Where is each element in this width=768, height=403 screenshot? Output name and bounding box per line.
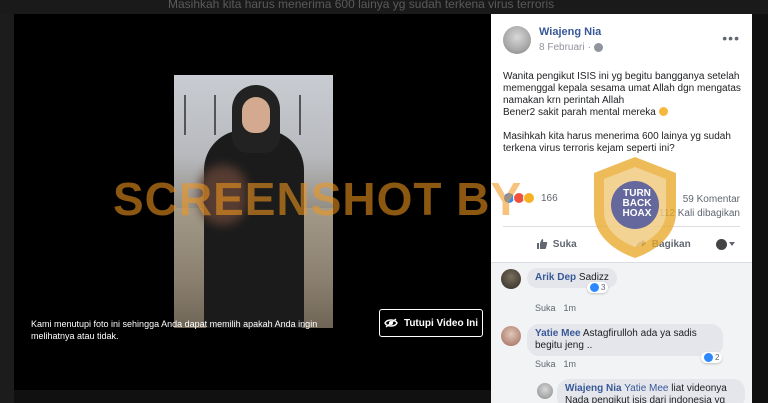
comment-like-button[interactable]: Suka [535, 359, 556, 369]
blurred-region [199, 165, 247, 225]
reply-bubble: Wiajeng Nia Yatie Mee liat videonya Nada… [557, 379, 745, 403]
author-avatar[interactable] [503, 26, 531, 54]
commenter-avatar[interactable] [501, 326, 521, 346]
like-label: Suka [552, 238, 577, 250]
eye-icon [384, 318, 398, 328]
post-paragraph: Masihkah kita harus menerima 600 lainya … [503, 131, 731, 154]
comment-time[interactable]: 1m [564, 303, 577, 313]
comment-like-number: 2 [715, 353, 720, 362]
divider [503, 226, 740, 227]
avatar [716, 238, 727, 250]
media-viewer: Kami menutupi foto ini sehingga Anda dap… [14, 14, 491, 390]
comment-meta: Suka 1m [535, 359, 576, 369]
thumbs-up-icon [536, 239, 548, 249]
comment-like-count[interactable]: 3 [587, 282, 609, 293]
comment-time[interactable]: 1m [564, 359, 577, 369]
commenter-name[interactable]: Yatie Mee [535, 328, 581, 339]
comment-like-number: 3 [601, 283, 606, 292]
reaction-summary[interactable]: 166 [503, 192, 558, 204]
comments-count[interactable]: 59 Komentar [683, 194, 740, 205]
hide-video-label: Tutupi Video Ini [403, 317, 479, 329]
like-button[interactable]: Suka [503, 238, 610, 250]
background-post-text: Masihkah kita harus menerima 600 lainya … [168, 0, 555, 11]
sensitive-notice: Kami menutupi foto ini sehingga Anda dap… [31, 319, 318, 341]
photo-pole [184, 95, 186, 135]
like-reaction-icon [590, 283, 599, 292]
post-paragraph-text: Wanita pengikut ISIS ini yg begitu bangg… [503, 71, 741, 106]
reply-mention[interactable]: Yatie Mee [624, 383, 668, 394]
photo-pole [299, 95, 301, 135]
photo-face [242, 97, 270, 133]
hide-video-button[interactable]: Tutupi Video Ini [379, 309, 483, 337]
like-reaction-icon [704, 353, 713, 362]
dot-separator: · [587, 42, 591, 53]
comments-section: Arik Dep Sadizz 3 Suka 1m Yatie Mee Asta… [491, 263, 752, 403]
reply-author-name[interactable]: Wiajeng Nia [565, 383, 622, 394]
photo-pole [214, 95, 216, 135]
comment-bubble: Yatie Mee Astagfirulloh ada ya sadis beg… [527, 324, 723, 356]
post-panel: Wiajeng Nia 8 Februari · ••• Wanita peng… [491, 14, 752, 403]
post-as-selector[interactable] [716, 238, 740, 250]
post-date-text: 8 Februari [539, 42, 585, 53]
comment-like-count[interactable]: 2 [701, 352, 723, 363]
reaction-count: 166 [541, 192, 558, 204]
sad-reaction-icon [523, 192, 535, 204]
background-left-block [0, 14, 14, 403]
share-icon [635, 239, 646, 248]
post-paragraph-text: Bener2 sakit parah mental mereka [503, 107, 656, 118]
author-name[interactable]: Wiajeng Nia [539, 26, 601, 38]
post-paragraph: Wanita pengikut ISIS ini yg begitu bangg… [503, 71, 747, 119]
more-options-icon[interactable]: ••• [722, 30, 740, 46]
post-date[interactable]: 8 Februari · [539, 42, 603, 53]
share-label: Bagikan [651, 238, 691, 250]
post-actions: Suka Bagikan [503, 232, 740, 256]
commenter-avatar[interactable] [501, 269, 521, 289]
commenter-name[interactable]: Arik Dep [535, 272, 576, 283]
share-button[interactable]: Bagikan [610, 238, 717, 250]
comment-meta: Suka 1m [535, 303, 576, 313]
comment-like-button[interactable]: Suka [535, 303, 556, 313]
sensitive-photo[interactable] [174, 75, 333, 328]
shares-count[interactable]: 112 Kali dibagikan [659, 208, 740, 219]
chevron-down-icon [729, 242, 735, 246]
reply-avatar[interactable] [537, 383, 553, 399]
post-text: Wanita pengikut ISIS ini yg begitu bangg… [503, 71, 747, 167]
photo-figure [204, 130, 304, 328]
globe-icon [593, 43, 603, 52]
emoji-icon [658, 107, 668, 116]
